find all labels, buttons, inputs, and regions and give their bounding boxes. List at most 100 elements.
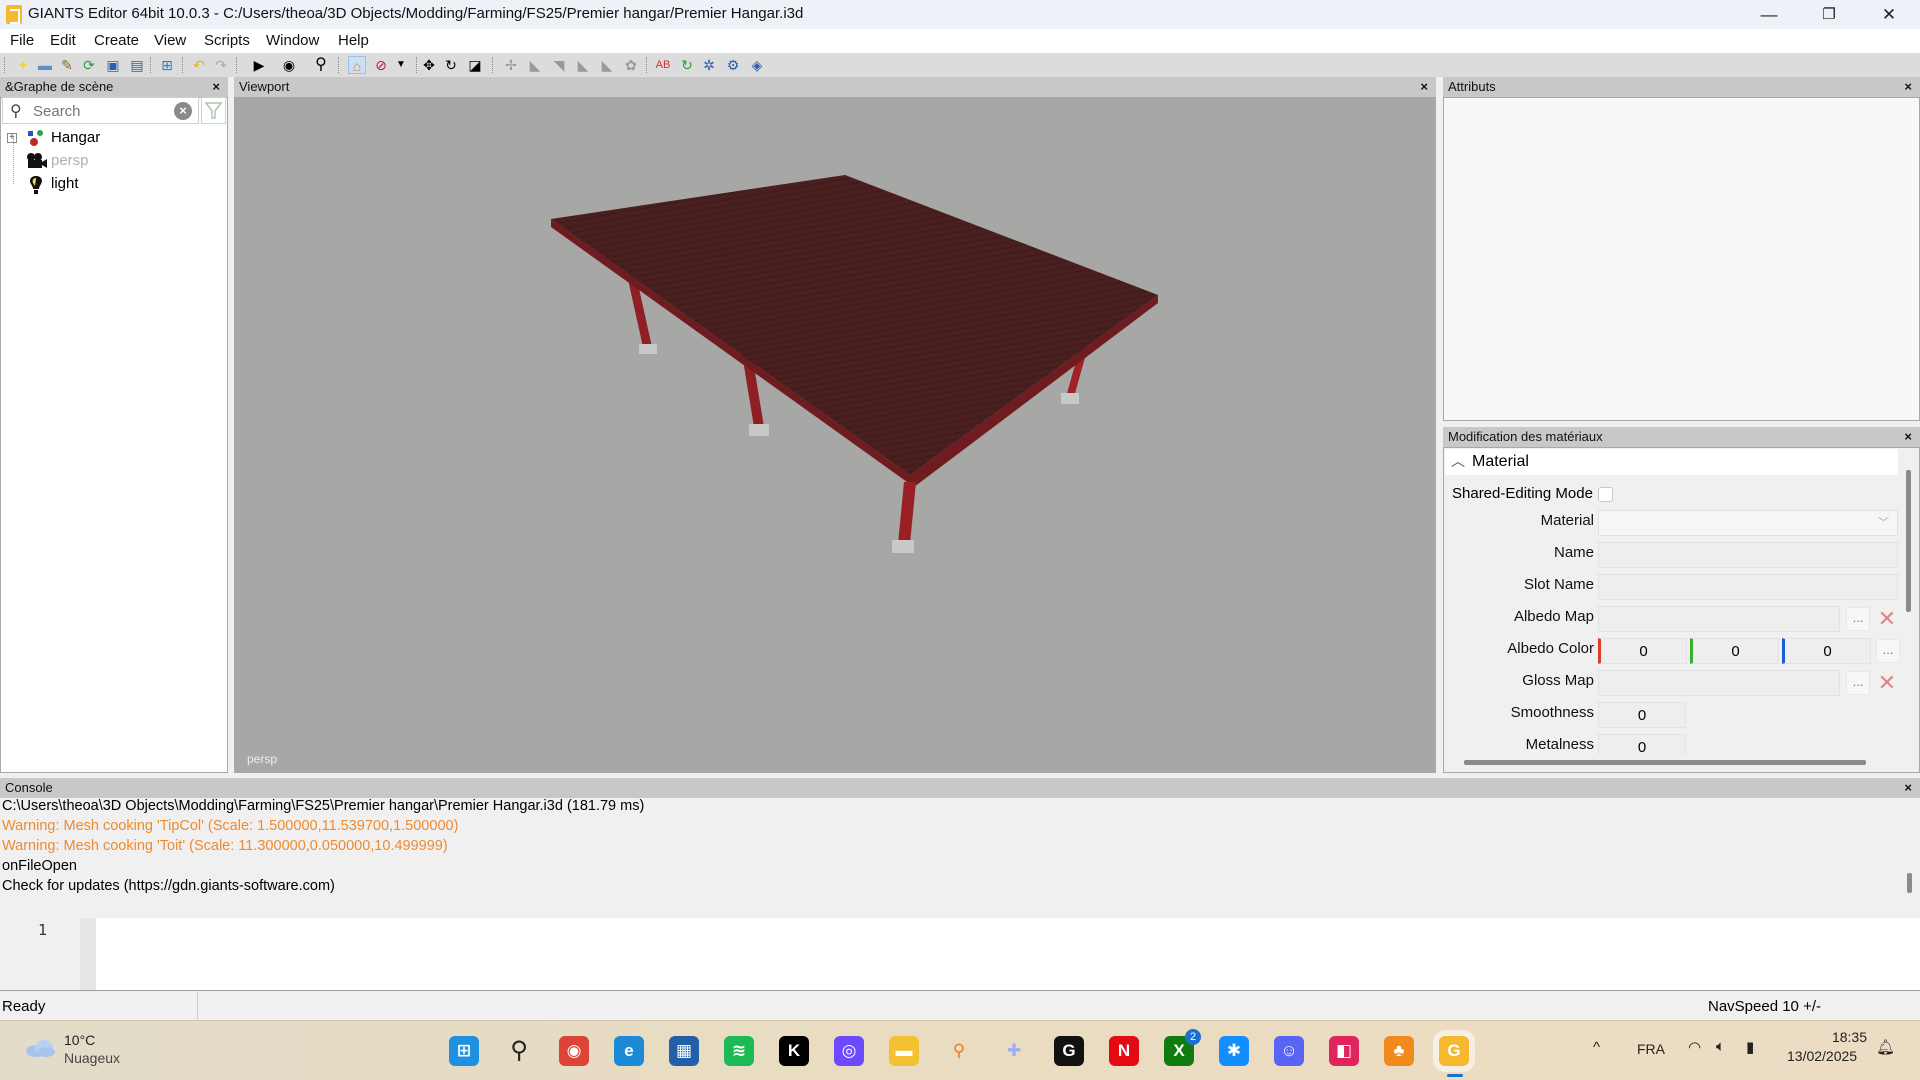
filter-button[interactable] (201, 97, 226, 124)
scene-search-input[interactable] (33, 101, 163, 121)
tray-chevron-icon[interactable]: ^ (1593, 1039, 1600, 1056)
taskbar-app-battle-net[interactable]: ✱ (1219, 1036, 1249, 1066)
close-icon[interactable]: × (1904, 778, 1912, 798)
metalness-input[interactable]: 0 (1598, 734, 1686, 754)
export-icon[interactable]: ◈ (748, 56, 766, 74)
clear-search-icon[interactable]: × (174, 102, 192, 120)
weather-widget[interactable] (24, 1037, 56, 1059)
taskbar-app-magnifier[interactable]: ⚲ (944, 1036, 974, 1066)
close-icon[interactable]: × (212, 77, 220, 97)
foliage-tool-icon[interactable]: ✿ (622, 56, 640, 74)
terrain-tool-2-icon[interactable]: ◣ (526, 56, 544, 74)
shared-editing-checkbox[interactable] (1598, 487, 1613, 502)
taskbar-app-xbox[interactable]: X2 (1164, 1029, 1201, 1066)
toolbar-grip[interactable] (338, 57, 340, 73)
albedo-color-picker-button[interactable]: ... (1876, 639, 1900, 663)
taskbar-app-file-explorer[interactable]: ▬ (889, 1036, 919, 1066)
close-button[interactable]: ✕ (1860, 0, 1918, 29)
move-icon[interactable]: ✥ (420, 56, 438, 74)
save-all-icon[interactable]: ▤ (128, 56, 146, 74)
clock-time[interactable]: 18:35 (1797, 1029, 1867, 1045)
tree-item-hangar[interactable]: + Hangar (0, 127, 228, 149)
notification-bell-icon[interactable]: 🔔︎ (1876, 1038, 1895, 1056)
albedo-color-g-input[interactable]: 0 (1690, 638, 1779, 664)
taskbar-app-netflix[interactable]: N (1109, 1036, 1139, 1066)
albedo-color-b-input[interactable]: 0 (1782, 638, 1871, 664)
terrain-tool-1-icon[interactable]: ✢ (502, 56, 520, 74)
rotate-icon[interactable]: ↻ (442, 56, 460, 74)
terrain-tool-5-icon[interactable]: ◣ (598, 56, 616, 74)
toolbar-grip[interactable] (492, 57, 494, 73)
sync-icon[interactable]: ✲ (700, 56, 718, 74)
menu-create[interactable]: Create (94, 32, 139, 49)
menu-file[interactable]: File (10, 32, 34, 49)
menu-view[interactable]: View (154, 32, 186, 49)
console-scrollbar[interactable] (1907, 873, 1912, 893)
menu-help[interactable]: Help (338, 32, 369, 49)
close-icon[interactable]: × (1904, 427, 1912, 447)
menu-edit[interactable]: Edit (50, 32, 76, 49)
language-indicator[interactable]: FRA (1637, 1041, 1665, 1057)
taskbar-app-proton-app[interactable]: ◎ (834, 1036, 864, 1066)
material-select[interactable]: ﹀ (1598, 510, 1898, 536)
albedo-map-input[interactable] (1598, 606, 1840, 632)
taskbar-app-game-controller[interactable]: ✚ (999, 1036, 1029, 1066)
taskbar-app-chrome[interactable]: ◉ (559, 1036, 589, 1066)
import-icon[interactable]: ⊞ (158, 56, 176, 74)
taskbar-app-discord[interactable]: ☺ (1274, 1036, 1304, 1066)
close-icon[interactable]: × (1420, 77, 1428, 97)
tree-item-persp[interactable]: persp (0, 150, 228, 172)
slot-name-input[interactable] (1598, 574, 1898, 600)
maximize-button[interactable]: ❐ (1800, 0, 1858, 29)
taskbar-app-edge[interactable]: e (614, 1036, 644, 1066)
dropdown-arrow-icon[interactable]: ▼ (392, 56, 410, 74)
gloss-map-clear-icon[interactable]: ✕ (1876, 671, 1898, 695)
ab-icon[interactable]: AB (654, 56, 672, 74)
menu-scripts[interactable]: Scripts (204, 32, 250, 49)
taskbar-app-giants-editor[interactable]: G (1433, 1030, 1475, 1077)
eye-icon[interactable]: ◉ (280, 56, 298, 74)
vertical-scrollbar[interactable] (1906, 470, 1911, 612)
home-camera-icon[interactable]: ⌂ (348, 56, 366, 74)
albedo-color-r-input[interactable]: 0 (1598, 638, 1687, 664)
edit-icon[interactable]: ✎ (58, 56, 76, 74)
tree-item-light[interactable]: light (0, 173, 228, 195)
taskbar-app-start[interactable]: ⊞ (449, 1036, 479, 1066)
taskbar-app-microsoft-store[interactable]: ▦ (669, 1036, 699, 1066)
taskbar-app-spotify[interactable]: ≋ (724, 1036, 754, 1066)
viewport-canvas[interactable]: persp (234, 97, 1436, 773)
redo-icon[interactable]: ↷ (212, 56, 230, 74)
name-input[interactable] (1598, 542, 1898, 568)
undo-icon[interactable]: ↶ (190, 56, 208, 74)
toolbar-grip[interactable] (646, 57, 648, 73)
script-input[interactable] (96, 918, 1920, 990)
wifi-icon[interactable]: ◠ (1688, 1038, 1701, 1056)
volume-icon[interactable]: 🔈︎ (1716, 1038, 1725, 1055)
open-folder-icon[interactable]: ▬ (36, 56, 54, 74)
minimize-button[interactable]: — (1740, 0, 1798, 29)
expand-icon[interactable]: + (7, 133, 17, 143)
gloss-map-browse-button[interactable]: ... (1846, 671, 1870, 695)
taskbar-app-fl-studio[interactable]: ♣ (1384, 1036, 1414, 1066)
albedo-map-browse-button[interactable]: ... (1846, 607, 1870, 631)
horizontal-scrollbar[interactable] (1464, 760, 1866, 765)
search-icon[interactable]: ⚲ (312, 56, 330, 74)
save-icon[interactable]: ▣ (104, 56, 122, 74)
taskbar-app-k-app[interactable]: K (779, 1036, 809, 1066)
toolbar-grip[interactable] (4, 57, 6, 73)
scale-icon[interactable]: ◪ (466, 56, 484, 74)
toolbar-grip[interactable] (236, 57, 238, 73)
new-file-icon[interactable]: ✦ (14, 56, 32, 74)
taskbar-app-search[interactable]: ⚲ (504, 1036, 534, 1066)
material-section-header[interactable]: ︿ Material (1445, 449, 1898, 475)
no-select-icon[interactable]: ⊘ (372, 56, 390, 74)
menu-window[interactable]: Window (266, 32, 319, 49)
play-icon[interactable]: ▶ (250, 56, 268, 74)
settings-icon[interactable]: ⚙ (724, 56, 742, 74)
refresh-icon[interactable]: ↻ (678, 56, 696, 74)
clock-date[interactable]: 13/02/2025 (1787, 1048, 1857, 1064)
terrain-tool-3-icon[interactable]: ◥ (550, 56, 568, 74)
smoothness-input[interactable]: 0 (1598, 702, 1686, 728)
battery-icon[interactable]: ▮ (1746, 1038, 1754, 1056)
albedo-map-clear-icon[interactable]: ✕ (1876, 607, 1898, 631)
